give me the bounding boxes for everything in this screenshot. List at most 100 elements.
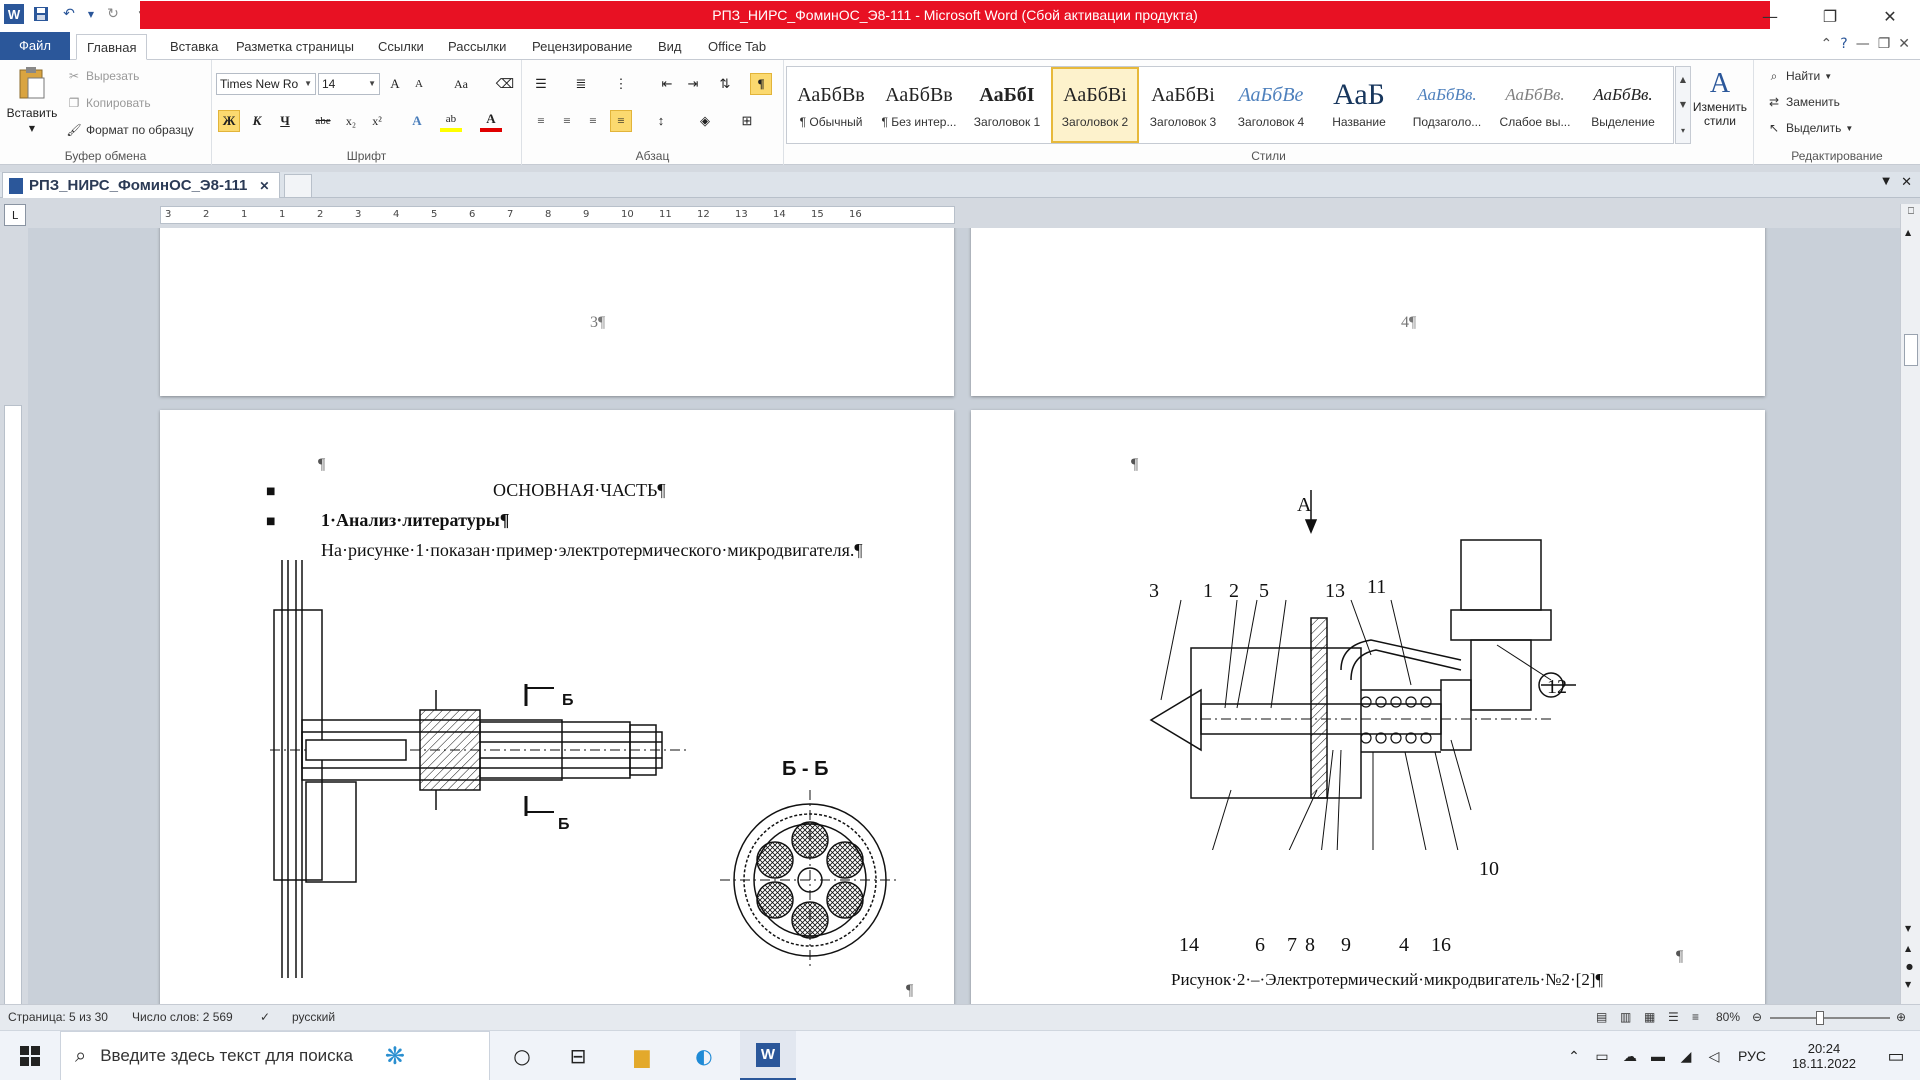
volume-icon[interactable]: ◁ [1700,1048,1728,1065]
chevron-up-icon[interactable]: ▲ [1680,75,1686,84]
clear-formatting-icon[interactable]: ⌫ [494,73,516,95]
redo-icon[interactable]: ↻ [102,3,124,25]
doc-restore-icon[interactable]: ❐ [1878,36,1891,52]
shading-icon[interactable]: ◈ [694,110,716,132]
shrink-font-button[interactable]: A [408,73,430,95]
style-heading-4[interactable]: АаБбВе Заголовок 4 [1227,67,1315,143]
scroll-up-icon[interactable]: ▲ [1905,228,1911,237]
web-layout-icon[interactable]: ▦ [1644,1010,1655,1024]
style-subtle-emphasis[interactable]: АаБбВв. Слабое вы... [1491,67,1579,143]
tab-office-tab[interactable]: Office Tab [698,34,776,60]
find-button[interactable]: ⌕ Найти ▼ [1766,68,1833,84]
zoom-in-icon[interactable]: ⊕ [1896,1010,1906,1024]
tab-list-icon[interactable]: ▼ [1882,176,1890,187]
zoom-slider-thumb[interactable] [1816,1011,1824,1025]
scroll-down-icon[interactable]: ▼ [1905,924,1911,933]
superscript-button[interactable]: x² [366,110,388,132]
font-color-button[interactable]: A [480,110,502,132]
align-right-icon[interactable]: ≡ [582,110,604,132]
close-icon[interactable]: ✕ [1860,0,1920,32]
proofing-icon[interactable]: ✓ [260,1010,270,1024]
bold-button[interactable]: Ж [218,110,240,132]
change-styles-button[interactable]: A Изменить стили [1690,68,1750,148]
doc-close-icon[interactable]: ✕ [1898,36,1910,52]
next-page-icon[interactable]: ▼ [1905,980,1911,989]
style-heading-3[interactable]: АаБбВі Заголовок 3 [1139,67,1227,143]
zoom-level[interactable]: 80% [1716,1010,1740,1024]
show-formatting-button[interactable]: ¶ [750,73,772,95]
browse-object-icon[interactable]: ● [1906,962,1913,971]
change-case-button[interactable]: Aa [446,73,476,95]
start-button[interactable] [0,1031,60,1080]
underline-button[interactable]: Ч [274,110,296,132]
battery-icon[interactable]: ▬ [1644,1048,1672,1064]
format-painter-button[interactable]: 🖌 Формат по образцу [66,122,193,138]
grow-font-button[interactable]: A [384,73,406,95]
strikethrough-button[interactable]: abe [312,110,334,132]
tab-insert[interactable]: Вставка [160,34,228,60]
word-app-icon[interactable]: W [4,4,24,24]
save-icon[interactable] [30,3,52,25]
text-effects-button[interactable]: A [406,110,428,132]
taskbar-search[interactable]: ⌕ Введите здесь текст для поиска ❋ [60,1031,490,1080]
onedrive-icon[interactable]: ☁ [1616,1048,1644,1065]
doc-minimize-icon[interactable]: — [1856,36,1870,52]
font-size-select[interactable]: 14 ▼ [318,73,380,95]
decrease-indent-icon[interactable]: ⇤ [656,73,678,95]
font-name-select[interactable]: Times New Ro ▼ [216,73,316,95]
close-tab-icon[interactable]: ✕ [259,179,269,193]
show-hidden-icons-icon[interactable]: ⌃ [1560,1048,1588,1065]
task-view-icon[interactable]: ⊟ [550,1031,606,1080]
vertical-scrollbar[interactable]: ⎕ ▲ ▼ ▲ ● ▼ [1900,204,1920,1004]
cortana-icon[interactable]: ○ [494,1031,550,1080]
align-center-icon[interactable]: ≡ [556,110,578,132]
sort-icon[interactable]: ⇅ [714,73,736,95]
justify-icon[interactable]: ≡ [610,110,632,132]
increase-indent-icon[interactable]: ⇥ [682,73,704,95]
minimize-icon[interactable]: — [1740,0,1800,32]
multilevel-list-icon[interactable]: ⋮ [610,73,632,95]
full-reading-icon[interactable]: ▥ [1620,1010,1631,1024]
word-taskbar-icon[interactable]: W [740,1031,796,1080]
tab-references[interactable]: Ссылки [368,34,434,60]
word-count[interactable]: Число слов: 2 569 [132,1010,233,1024]
document-area[interactable]: 3¶ 4¶ ¶ ■ ОСНОВНАЯ·ЧАСТЬ¶ ■ 1·Анализ·лит… [28,228,1900,1004]
style-no-spacing[interactable]: АаБбВв ¶ Без интер... [875,67,963,143]
tab-page-layout[interactable]: Разметка страницы [226,34,364,60]
scroll-thumb[interactable] [1904,334,1918,366]
style-heading-2[interactable]: АаБбВі Заголовок 2 [1051,67,1139,143]
align-left-icon[interactable]: ≡ [530,110,552,132]
language-tray[interactable]: РУС [1728,1048,1776,1064]
highlight-button[interactable]: ab [440,110,462,132]
italic-button[interactable]: К [246,110,268,132]
chevron-down-icon[interactable]: ▼ [1680,100,1686,109]
tab-file[interactable]: Файл [0,32,70,60]
tab-review[interactable]: Рецензирование [522,34,642,60]
language-indicator[interactable]: русский [292,1010,335,1024]
undo-icon[interactable]: ↶ [58,3,80,25]
page-count[interactable]: Страница: 5 из 30 [8,1010,108,1024]
notifications-icon[interactable]: ▭ [1872,1046,1920,1067]
vertical-ruler[interactable] [4,405,22,1005]
help-icon[interactable]: ? [1840,36,1847,52]
file-explorer-icon[interactable]: ▆ [614,1031,670,1080]
more-styles-icon[interactable]: ▾ [1681,126,1685,135]
paste-button[interactable]: Вставить ▼ [4,66,60,146]
restore-icon[interactable]: ❐ [1800,0,1860,32]
page-5[interactable]: ¶ ■ ОСНОВНАЯ·ЧАСТЬ¶ ■ 1·Анализ·литератур… [160,410,954,1004]
undo-dropdown-icon[interactable]: ▼ [86,3,96,25]
clock[interactable]: 20:24 18.11.2022 [1776,1041,1872,1071]
zoom-out-icon[interactable]: ⊖ [1752,1010,1762,1024]
numbering-icon[interactable]: ≣ [570,73,592,95]
tab-home[interactable]: Главная [76,34,148,60]
network-icon[interactable]: ◢ [1672,1048,1700,1065]
style-normal[interactable]: АаБбВв ¶ Обычный [787,67,875,143]
close-document-icon[interactable]: ✕ [1901,175,1912,190]
borders-icon[interactable]: ⊞ [736,110,758,132]
styles-gallery-scroll[interactable]: ▲ ▼ ▾ [1675,66,1691,144]
document-tab[interactable]: РПЗ_НИРС_ФоминОС_Э8-111 ✕ [2,172,280,198]
print-layout-icon[interactable]: ▤ [1596,1010,1607,1024]
minimize-ribbon-icon[interactable]: ⌃ [1821,36,1833,52]
paste-dropdown-icon[interactable]: ▼ [29,124,35,133]
zoom-slider[interactable] [1770,1011,1890,1025]
